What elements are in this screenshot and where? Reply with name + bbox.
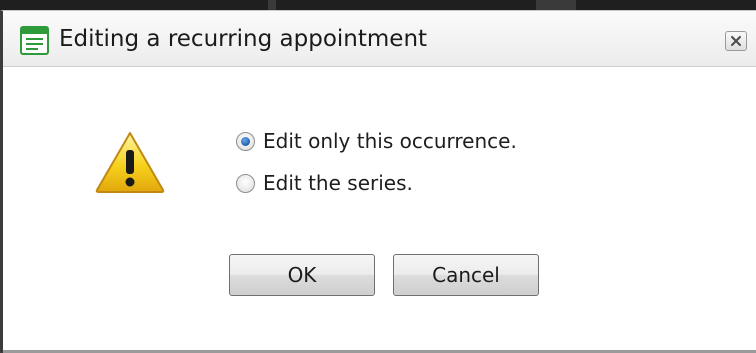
screen: Editing a recurring appointment Edit onl… [0,0,756,353]
calendar-window-icon [20,26,49,55]
recurring-appointment-dialog: Editing a recurring appointment Edit onl… [0,10,756,353]
option-edit-series[interactable]: Edit the series. [236,169,413,197]
ok-button[interactable]: OK [229,254,375,296]
close-x-icon [731,36,741,46]
cancel-button[interactable]: Cancel [393,254,539,296]
close-button[interactable] [725,31,747,51]
warning-exclamation-icon [94,130,166,194]
radio-edit-occurrence[interactable] [236,131,255,151]
background-strip-segment [536,0,576,10]
option-label: Edit only this occurrence. [263,129,517,153]
background-window-strip [0,0,756,10]
dialog-titlebar[interactable]: Editing a recurring appointment [3,11,756,67]
option-edit-occurrence[interactable]: Edit only this occurrence. [236,127,517,155]
option-label: Edit the series. [263,171,413,195]
dialog-title: Editing a recurring appointment [59,26,428,52]
background-strip-segment [268,0,276,10]
dialog-content: Edit only this occurrence. Edit the seri… [3,67,756,353]
radio-edit-series[interactable] [236,173,255,193]
